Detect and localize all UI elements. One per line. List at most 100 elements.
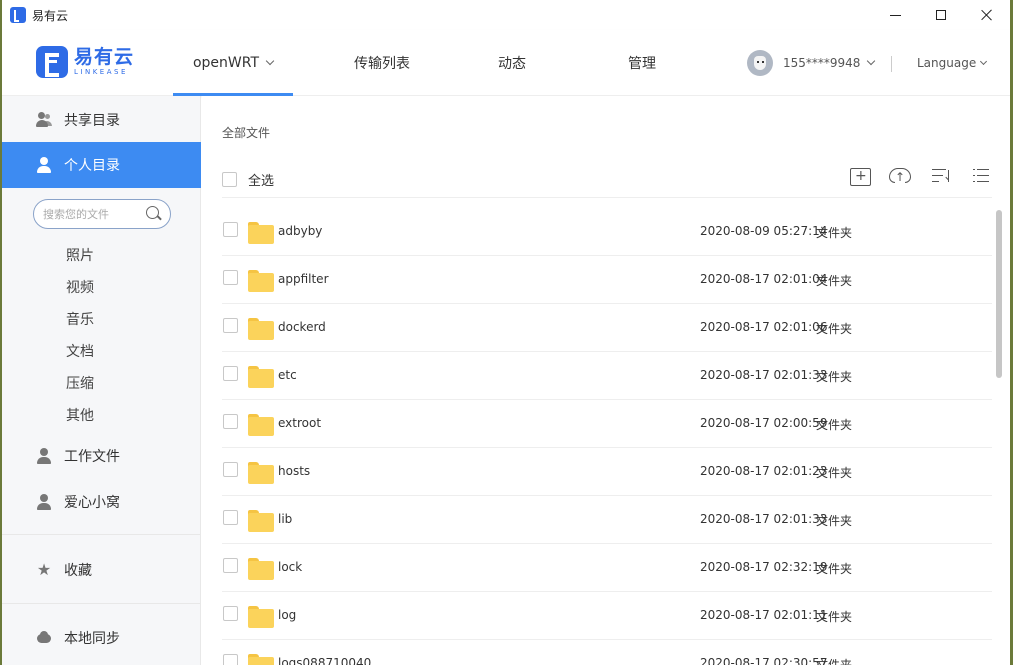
file-row[interactable]: logs088710040 2020-08-17 02:30:57 文件夹 <box>222 640 992 665</box>
file-row[interactable]: lib 2020-08-17 02:01:33 文件夹 <box>222 496 992 544</box>
file-type: 文件夹 <box>816 658 853 665</box>
sidebar-item-shared[interactable]: 共享目录 <box>2 97 201 143</box>
sidebar-item-label: 个人目录 <box>64 158 120 174</box>
sidebar-category-archives[interactable]: 压缩 <box>66 374 94 394</box>
file-row[interactable]: log 2020-08-17 02:01:11 文件夹 <box>222 592 992 640</box>
file-row[interactable]: lock 2020-08-17 02:32:19 文件夹 <box>222 544 992 592</box>
window-title: 易有云 <box>32 8 69 23</box>
file-modified-date: 2020-08-17 02:00:59 <box>700 416 828 430</box>
folder-icon <box>248 413 274 436</box>
file-checkbox[interactable] <box>223 462 238 477</box>
file-name[interactable]: log <box>278 608 296 622</box>
logo-icon <box>36 46 68 78</box>
file-row[interactable]: appfilter 2020-08-17 02:01:04 文件夹 <box>222 256 992 304</box>
close-button[interactable] <box>964 0 1010 30</box>
file-type: 文件夹 <box>816 610 853 624</box>
file-checkbox[interactable] <box>223 558 238 573</box>
file-row[interactable]: dockerd 2020-08-17 02:01:06 文件夹 <box>222 304 992 352</box>
tab-manage[interactable]: 管理 <box>612 30 672 96</box>
logo-subtitle: LINKEASE <box>74 68 128 76</box>
chevron-down-icon <box>867 56 876 66</box>
person-icon <box>36 494 52 510</box>
file-checkbox[interactable] <box>223 270 238 285</box>
chevron-down-icon <box>980 57 988 65</box>
avatar <box>747 50 773 76</box>
file-name[interactable]: logs088710040 <box>278 656 371 665</box>
folder-icon <box>248 509 274 532</box>
file-checkbox[interactable] <box>223 606 238 621</box>
sidebar-item-favorites[interactable]: ★ 收藏 <box>2 547 201 593</box>
breadcrumb[interactable]: 全部文件 <box>222 124 270 141</box>
file-modified-date: 2020-08-17 02:30:57 <box>700 656 828 665</box>
language-selector[interactable]: Language <box>917 56 988 70</box>
sidebar-item-local-sync[interactable]: 本地同步 <box>2 615 201 661</box>
sidebar-category-videos[interactable]: 视频 <box>66 278 94 298</box>
sidebar-category-photos[interactable]: 照片 <box>66 246 94 266</box>
sidebar-item-label: 本地同步 <box>64 631 120 647</box>
folder-icon <box>248 653 274 665</box>
file-name[interactable]: lock <box>278 560 302 574</box>
sidebar-category-other[interactable]: 其他 <box>66 406 94 426</box>
sort-button[interactable] <box>930 164 954 188</box>
select-all-row: 全选 <box>222 170 274 189</box>
search-box <box>33 199 171 229</box>
file-name[interactable]: adbyby <box>278 224 322 238</box>
folder-icon <box>248 557 274 580</box>
file-checkbox[interactable] <box>223 318 238 333</box>
star-icon: ★ <box>36 560 52 579</box>
tab-transfer-list[interactable]: 传输列表 <box>342 30 422 96</box>
file-modified-date: 2020-08-17 02:01:04 <box>700 272 828 286</box>
file-type: 文件夹 <box>816 562 853 576</box>
folder-icon <box>248 221 274 244</box>
user-menu[interactable]: 155****9948 <box>747 50 876 76</box>
sidebar-category-music[interactable]: 音乐 <box>66 310 94 330</box>
divider <box>222 197 992 198</box>
file-modified-date: 2020-08-17 02:32:19 <box>700 560 828 574</box>
tab-manage-label: 管理 <box>628 56 656 72</box>
sidebar-item-personal[interactable]: 个人目录 <box>2 142 201 188</box>
person-icon <box>36 157 52 173</box>
file-name[interactable]: extroot <box>278 416 321 430</box>
file-checkbox[interactable] <box>223 222 238 237</box>
file-checkbox[interactable] <box>223 414 238 429</box>
search-icon[interactable] <box>146 206 162 222</box>
file-row[interactable]: hosts 2020-08-17 02:01:23 文件夹 <box>222 448 992 496</box>
upload-button[interactable] <box>888 164 912 188</box>
file-checkbox[interactable] <box>223 510 238 525</box>
file-type: 文件夹 <box>816 370 853 384</box>
tab-openwrt[interactable]: openWRT <box>173 30 293 96</box>
scrollbar[interactable] <box>996 210 1002 378</box>
tab-activity[interactable]: 动态 <box>482 30 542 96</box>
language-label: Language <box>917 56 977 70</box>
select-all-label: 全选 <box>248 174 275 189</box>
file-checkbox[interactable] <box>223 654 238 665</box>
minimize-button[interactable] <box>872 0 918 30</box>
list-view-button[interactable] <box>970 164 994 188</box>
logo: 易有云 LINKEASE <box>36 46 134 78</box>
file-row[interactable]: extroot 2020-08-17 02:00:59 文件夹 <box>222 400 992 448</box>
file-name[interactable]: lib <box>278 512 292 526</box>
maximize-button[interactable] <box>918 0 964 30</box>
sidebar-item-love-nest[interactable]: 爱心小窝 <box>2 479 201 525</box>
folder-icon <box>248 365 274 388</box>
new-folder-button[interactable] <box>848 164 872 188</box>
file-row[interactable]: etc 2020-08-17 02:01:33 文件夹 <box>222 352 992 400</box>
file-name[interactable]: dockerd <box>278 320 326 334</box>
file-name[interactable]: appfilter <box>278 272 329 286</box>
close-icon <box>981 9 993 21</box>
file-name[interactable]: hosts <box>278 464 310 478</box>
file-checkbox[interactable] <box>223 366 238 381</box>
file-modified-date: 2020-08-17 02:01:33 <box>700 512 828 526</box>
search-input[interactable] <box>43 207 143 221</box>
sidebar-item-work-files[interactable]: 工作文件 <box>2 433 201 479</box>
logo-name: 易有云 <box>74 46 135 68</box>
select-all-checkbox[interactable] <box>222 172 237 187</box>
file-name[interactable]: etc <box>278 368 297 382</box>
tab-activity-label: 动态 <box>498 56 526 72</box>
sidebar-category-documents[interactable]: 文档 <box>66 342 94 362</box>
file-row[interactable]: adbyby 2020-08-09 05:27:14 文件夹 <box>222 208 992 256</box>
sidebar: 共享目录 个人目录 照片 视频 音乐 文档 压缩 其他 工作文件 爱心小窝 ★ … <box>2 96 201 665</box>
maximize-icon <box>936 10 946 20</box>
file-type: 文件夹 <box>816 226 853 240</box>
folder-icon <box>248 317 274 340</box>
